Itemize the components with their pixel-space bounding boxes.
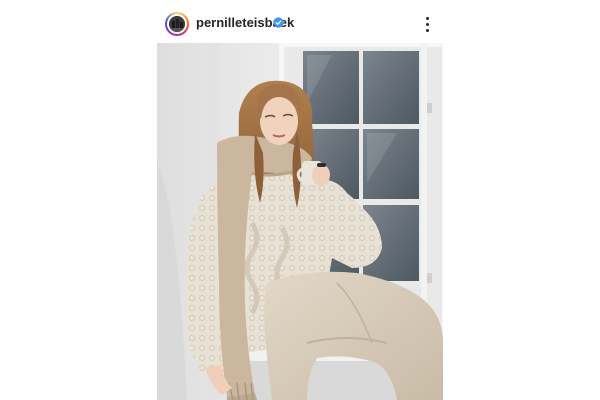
post-photo-illustration (157, 43, 443, 400)
profile-avatar-icon[interactable] (165, 12, 189, 36)
instagram-post: pernilleteisbaek (0, 0, 600, 400)
more-dot (426, 17, 429, 20)
more-dot (426, 23, 429, 26)
post-header: pernilleteisbaek (0, 0, 600, 46)
verified-badge-icon (273, 17, 284, 28)
more-dot (426, 29, 429, 32)
avatar-ring (167, 14, 187, 34)
avatar (169, 16, 185, 32)
post-photo[interactable] (157, 43, 443, 400)
more-options-icon[interactable] (418, 13, 438, 35)
